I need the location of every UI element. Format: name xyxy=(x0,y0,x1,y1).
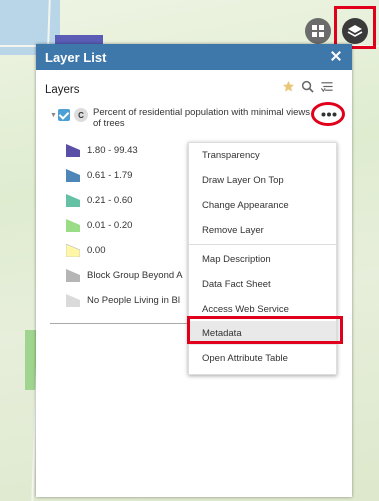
panel-title: Layer List xyxy=(45,49,107,65)
menu-item-open-attribute-table[interactable]: Open Attribute Table xyxy=(189,346,336,370)
legend-label: No People Living in Bl xyxy=(87,294,180,306)
legend-label: 0.21 - 0.60 xyxy=(87,194,133,206)
highlight-metadata xyxy=(187,316,343,344)
collapse-icon[interactable]: ▼ xyxy=(50,112,57,119)
legend-item: 0.61 - 1.79 xyxy=(66,168,206,182)
basemap-gallery-icon xyxy=(312,25,324,37)
legend-swatch xyxy=(66,143,80,157)
layer-title: Percent of residential population with m… xyxy=(93,107,311,129)
legend-item: Block Group Beyond A xyxy=(66,268,206,282)
legend-label: 0.01 - 0.20 xyxy=(87,219,133,231)
highlight-more-options xyxy=(311,102,345,126)
menu-separator xyxy=(189,244,336,245)
menu-item-change-appearance[interactable]: Change Appearance xyxy=(189,193,336,217)
legend-item: 0.01 - 0.20 xyxy=(66,218,206,232)
close-icon[interactable] xyxy=(330,50,342,62)
menu-item-draw-layer-on-top[interactable]: Draw Layer On Top xyxy=(189,168,336,192)
star-icon[interactable] xyxy=(282,80,295,93)
menu-item-map-description[interactable]: Map Description xyxy=(189,247,336,271)
layer-divider xyxy=(50,323,187,324)
legend-label: 0.00 xyxy=(87,244,106,256)
panel-header: Layer List xyxy=(36,44,352,70)
legend-item: No People Living in Bl xyxy=(66,293,206,307)
legend-label: Block Group Beyond A xyxy=(87,269,183,281)
search-icon[interactable] xyxy=(301,80,314,93)
legend-swatch xyxy=(66,193,80,207)
basemap-gallery-button[interactable] xyxy=(305,18,331,44)
legend-label: 1.80 - 99.43 xyxy=(87,144,138,156)
layers-heading: Layers xyxy=(45,84,80,96)
legend-swatch xyxy=(66,243,80,257)
legend-swatch xyxy=(66,218,80,232)
filter-icon[interactable] xyxy=(320,80,334,93)
highlight-layers-button xyxy=(334,6,376,49)
layer-tools xyxy=(282,80,334,93)
menu-item-transparency[interactable]: Transparency xyxy=(189,143,336,167)
layer-category-badge: C xyxy=(74,108,88,122)
legend-swatch xyxy=(66,168,80,182)
legend-swatch xyxy=(66,293,80,307)
legend-item: 0.00 xyxy=(66,243,206,257)
layer-item: ▼ C Percent of residential population wi… xyxy=(50,106,340,136)
layer-visibility-checkbox[interactable] xyxy=(58,109,70,121)
menu-item-data-fact-sheet[interactable]: Data Fact Sheet xyxy=(189,272,336,296)
legend-item: 1.80 - 99.43 xyxy=(66,143,206,157)
menu-item-remove-layer[interactable]: Remove Layer xyxy=(189,218,336,242)
legend-swatch xyxy=(66,268,80,282)
legend-item: 0.21 - 0.60 xyxy=(66,193,206,207)
legend-label: 0.61 - 1.79 xyxy=(87,169,133,181)
